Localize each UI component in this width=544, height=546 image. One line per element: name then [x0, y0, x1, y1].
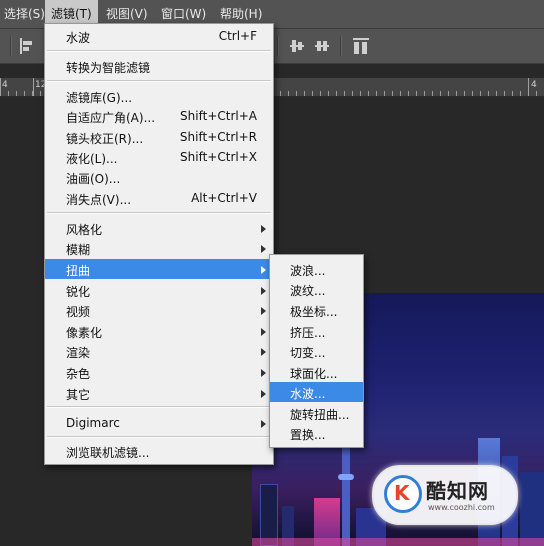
tower: [342, 446, 350, 546]
menu-item-sharpen[interactable]: 锐化: [45, 280, 273, 300]
submenu-item-polar-coordinates[interactable]: 极坐标...: [270, 300, 363, 320]
menu-separator: [47, 50, 271, 51]
menu-select[interactable]: 选择(S): [0, 0, 49, 28]
submenu-arrow-icon: [261, 328, 266, 336]
menu-item-blur[interactable]: 模糊: [45, 238, 273, 258]
submenu-arrow-icon: [261, 287, 266, 295]
menu-item-liquify[interactable]: 液化(L)... Shift+Ctrl+X: [45, 147, 273, 167]
submenu-item-pinch[interactable]: 挤压...: [270, 321, 363, 341]
building: [260, 484, 278, 546]
menu-item-distort[interactable]: 扭曲: [45, 259, 273, 279]
menu-item-oil-paint[interactable]: 油画(O)...: [45, 167, 273, 187]
menu-item-stylize[interactable]: 风格化: [45, 218, 273, 238]
ruler-number: 4: [2, 80, 8, 90]
menu-item-convert-smart-filter[interactable]: 转换为智能滤镜: [45, 56, 273, 76]
menu-item-adaptive-wide-angle[interactable]: 自适应广角(A)... Shift+Ctrl+A: [45, 106, 273, 126]
menu-item-other[interactable]: 其它: [45, 383, 273, 403]
submenu-arrow-icon: [261, 245, 266, 253]
riverside-lights: [252, 538, 544, 546]
menu-separator: [47, 80, 271, 81]
tower-sphere: [338, 474, 354, 480]
submenu-arrow-icon: [261, 369, 266, 377]
submenu-arrow-icon: [261, 225, 266, 233]
submenu-item-shear[interactable]: 切变...: [270, 341, 363, 361]
submenu-item-ripple[interactable]: 波纹...: [270, 279, 363, 299]
menu-item-last-filter[interactable]: 水波 Ctrl+F: [45, 26, 273, 46]
align-left-icon[interactable]: [20, 38, 34, 54]
submenu-item-wave[interactable]: 波浪...: [270, 259, 363, 279]
menu-item-vanishing-point[interactable]: 消失点(V)... Alt+Ctrl+V: [45, 188, 273, 208]
filter-menu: 水波 Ctrl+F 转换为智能滤镜 滤镜库(G)... 自适应广角(A)... Sh…: [44, 23, 274, 465]
coozhi-logo-icon: K: [384, 475, 422, 513]
distort-submenu: 波浪... 波纹... 极坐标... 挤压... 切变... 球面化... 水波…: [269, 254, 364, 448]
align-vertical-center-icon[interactable]: [290, 38, 304, 54]
menu-item-render[interactable]: 渲染: [45, 341, 273, 361]
menu-item-digimarc[interactable]: Digimarc: [45, 413, 273, 433]
building: [520, 472, 544, 546]
submenu-arrow-icon: [261, 390, 266, 398]
toolbar-divider: [340, 36, 341, 56]
menu-separator: [47, 406, 271, 407]
watermark-name: 酷知网: [426, 479, 489, 503]
submenu-arrow-icon: [261, 307, 266, 315]
auto-align-layers-icon[interactable]: [353, 38, 369, 54]
ruler-major-tick: [33, 78, 34, 96]
submenu-item-displace[interactable]: 置换...: [270, 423, 363, 443]
toolbar-divider: [10, 36, 11, 56]
menu-item-pixelate[interactable]: 像素化: [45, 321, 273, 341]
site-watermark: K 酷知网 www.coozhi.com: [372, 465, 518, 525]
submenu-item-twirl[interactable]: 旋转扭曲...: [270, 403, 363, 423]
toolbar-divider: [277, 36, 278, 56]
ruler-major-tick: [0, 78, 1, 96]
submenu-arrow-icon: [261, 348, 266, 356]
ruler-number: 4: [531, 80, 537, 90]
menu-item-filter-gallery[interactable]: 滤镜库(G)...: [45, 86, 273, 106]
menu-item-noise[interactable]: 杂色: [45, 362, 273, 382]
submenu-arrow-icon: [261, 266, 266, 274]
submenu-item-zigzag[interactable]: 水波...: [270, 382, 363, 402]
menu-separator: [47, 212, 271, 213]
submenu-item-spherize[interactable]: 球面化...: [270, 362, 363, 382]
distribute-center-icon[interactable]: [315, 38, 329, 54]
watermark-url: www.coozhi.com: [428, 503, 495, 512]
menu-item-lens-correction[interactable]: 镜头校正(R)... Shift+Ctrl+R: [45, 127, 273, 147]
submenu-arrow-icon: [261, 420, 266, 428]
menu-separator: [47, 436, 271, 437]
menu-item-video[interactable]: 视频: [45, 300, 273, 320]
menu-item-browse-online-filters[interactable]: 浏览联机滤镜...: [45, 441, 273, 461]
ruler-major-tick: [528, 78, 529, 96]
